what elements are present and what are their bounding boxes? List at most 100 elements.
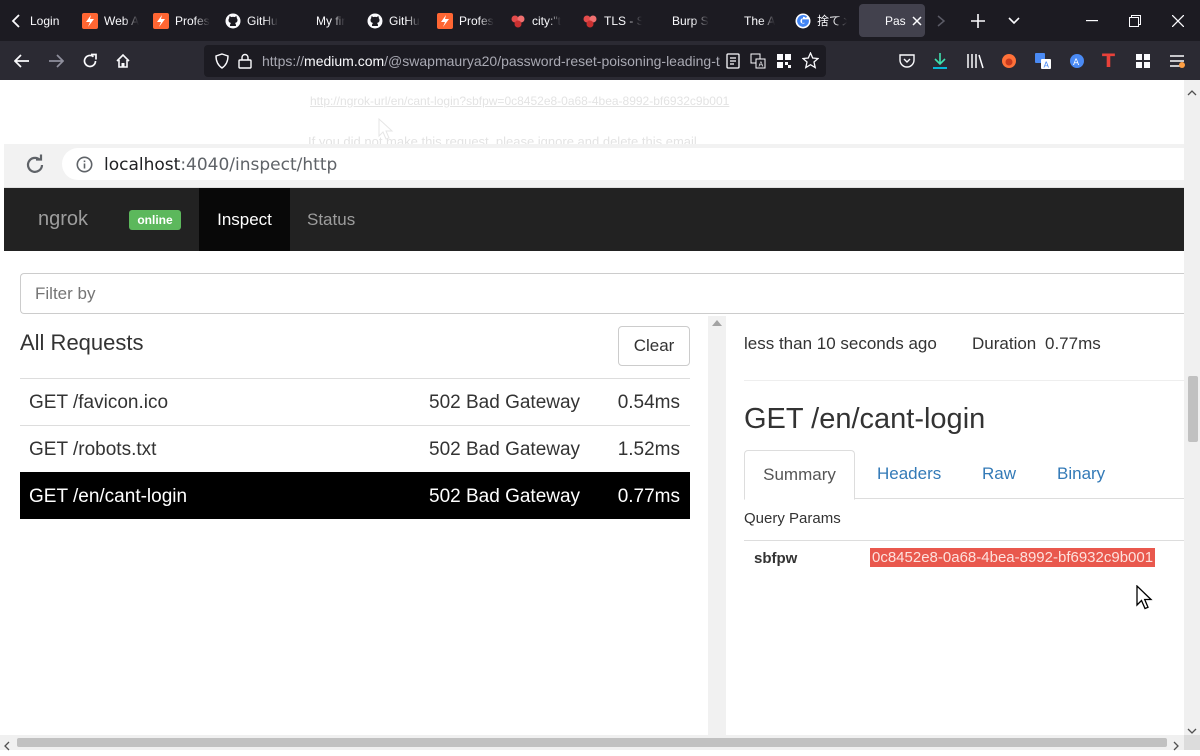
url-text[interactable]: https://medium.com/@swapmaurya20/passwor…: [262, 53, 720, 69]
tab-title: My fir: [316, 13, 346, 28]
request-status: 502 Bad Gateway: [429, 439, 581, 460]
detail-tabs: Summary Headers Raw Binary: [744, 450, 1184, 500]
scroll-up-arrow-icon[interactable]: [712, 320, 722, 326]
home-icon[interactable]: [108, 46, 138, 76]
app-menu-icon[interactable]: [1169, 53, 1185, 74]
inner-reload-icon[interactable]: [24, 154, 46, 181]
reader-view-icon[interactable]: [726, 53, 740, 74]
tab-strip: Login Web A Profes GitHu My fir GitHu Pr…: [0, 0, 1200, 41]
back-icon[interactable]: [7, 46, 37, 76]
tab[interactable]: Login: [8, 4, 68, 37]
shodan-icon: [582, 13, 598, 29]
github-icon: [225, 13, 241, 29]
horizontal-scrollbar[interactable]: [0, 735, 1184, 751]
query-params-label: Query Params: [744, 510, 841, 527]
extension-translate-icon[interactable]: A: [1034, 52, 1052, 75]
url-domain: medium.com: [304, 53, 385, 69]
duration-label: Duration: [972, 334, 1037, 353]
bookmark-star-icon[interactable]: [801, 51, 820, 74]
tab-raw[interactable]: Raw: [982, 450, 1016, 499]
scrollbar-thumb[interactable]: [1188, 376, 1198, 442]
tab-scroll-right-icon[interactable]: [924, 0, 958, 41]
tab[interactable]: My fir: [316, 4, 356, 37]
restore-icon[interactable]: [1113, 0, 1157, 41]
reload-icon[interactable]: [75, 46, 105, 76]
tab-summary[interactable]: Summary: [744, 450, 855, 500]
lock-icon[interactable]: [238, 53, 252, 74]
scrollbar-thumb[interactable]: [17, 738, 1167, 747]
nav-status[interactable]: Status: [307, 188, 355, 251]
brand-logo[interactable]: ngrok: [38, 208, 88, 231]
filter-input[interactable]: [21, 274, 1184, 313]
extensions-icon[interactable]: [1135, 53, 1151, 74]
close-tab-icon[interactable]: [912, 15, 922, 26]
inner-address-bar[interactable]: localhost:4040/inspect/http: [62, 148, 1184, 180]
tab[interactable]: TLS - S: [582, 4, 642, 37]
tab-title: GitHu: [247, 13, 278, 28]
tab-title: Burp S: [672, 13, 709, 28]
mouse-cursor-icon: [1136, 584, 1154, 616]
tab-title: Pas: [885, 13, 906, 28]
tab[interactable]: Profes: [153, 4, 215, 37]
article-link-faded[interactable]: http://ngrok-url/en/cant-login?sbfpw=0c8…: [310, 94, 729, 108]
tab[interactable]: Web A: [82, 4, 142, 37]
portswigger-icon: [82, 12, 98, 29]
tab[interactable]: The A: [744, 4, 780, 37]
tab-active[interactable]: Pas: [859, 4, 925, 37]
clear-button[interactable]: Clear: [618, 326, 690, 366]
param-value-highlighted[interactable]: 0c8452e8-0a68-4bea-8992-bf6932c9b001: [870, 548, 1156, 567]
tab-title: Web A: [104, 13, 140, 28]
inner-url-text[interactable]: localhost:4040/inspect/http: [104, 155, 337, 175]
tab-binary[interactable]: Binary: [1057, 450, 1105, 499]
status-badge: online: [129, 210, 181, 230]
extension-t-icon[interactable]: T: [1102, 50, 1115, 72]
downloads-icon[interactable]: [932, 52, 948, 75]
pocket-icon[interactable]: [899, 53, 915, 74]
qr-code-icon[interactable]: [776, 53, 792, 74]
request-row-selected[interactable]: GET /en/cant-login 502 Bad Gateway 0.77m…: [20, 472, 690, 519]
request-duration: 0.54ms: [617, 392, 680, 413]
request-row[interactable]: GET /favicon.ico 502 Bad Gateway 0.54ms: [20, 378, 690, 425]
tab[interactable]: 捨てメ: [795, 4, 847, 37]
shield-icon[interactable]: [214, 53, 230, 74]
scroll-right-icon[interactable]: [1172, 738, 1180, 756]
scroll-left-icon[interactable]: [3, 738, 11, 756]
svg-text:A: A: [1073, 58, 1080, 68]
nav-inspect[interactable]: Inspect: [199, 188, 290, 251]
list-all-tabs-icon[interactable]: [992, 0, 1036, 41]
tab[interactable]: Profes: [437, 4, 497, 37]
pane-scrollbar[interactable]: [708, 316, 726, 735]
tab-title: The A: [744, 13, 776, 28]
url-path: /@swapmaurya20/password-reset-poisoning-…: [384, 53, 720, 69]
translate-icon[interactable]: A: [750, 53, 766, 74]
forward-icon[interactable]: [41, 46, 71, 76]
extension-translator-icon[interactable]: A: [1068, 52, 1086, 75]
tab-headers[interactable]: Headers: [877, 450, 941, 499]
address-bar[interactable]: https://medium.com/@swapmaurya20/passwor…: [204, 45, 826, 77]
request-row[interactable]: GET /robots.txt 502 Bad Gateway 1.52ms: [20, 425, 690, 472]
inner-browser-toolbar: localhost:4040/inspect/http: [4, 144, 1184, 188]
tab[interactable]: GitHu: [225, 4, 285, 37]
vertical-scrollbar[interactable]: [1184, 80, 1200, 735]
library-icon[interactable]: [966, 53, 984, 74]
tab-title: 捨てメ: [817, 14, 847, 28]
minimize-icon[interactable]: [1070, 0, 1114, 41]
request-method-path: GET /favicon.ico: [29, 392, 169, 413]
request-method-path: GET /en/cant-login: [29, 486, 188, 507]
url-scheme: https://: [262, 53, 305, 69]
ngrok-navbar: ngrok online Inspect Status: [4, 188, 1184, 251]
tab-title: GitHu: [389, 13, 420, 28]
list-title: All Requests: [20, 330, 144, 355]
tab[interactable]: Burp S: [672, 4, 712, 37]
info-icon[interactable]: [76, 156, 93, 178]
extension-fox-icon[interactable]: [1000, 52, 1018, 75]
tab-title: city:"t: [532, 13, 561, 28]
page-content: http://ngrok-url/en/cant-login?sbfpw=0c8…: [0, 80, 1184, 735]
close-window-icon[interactable]: [1156, 0, 1200, 41]
request-duration: 1.52ms: [617, 439, 680, 460]
tab[interactable]: city:"t: [510, 4, 574, 37]
filter-field[interactable]: [20, 273, 1184, 314]
tab[interactable]: GitHu: [367, 4, 427, 37]
scroll-up-icon[interactable]: [1187, 84, 1197, 102]
divider: [744, 380, 1184, 381]
